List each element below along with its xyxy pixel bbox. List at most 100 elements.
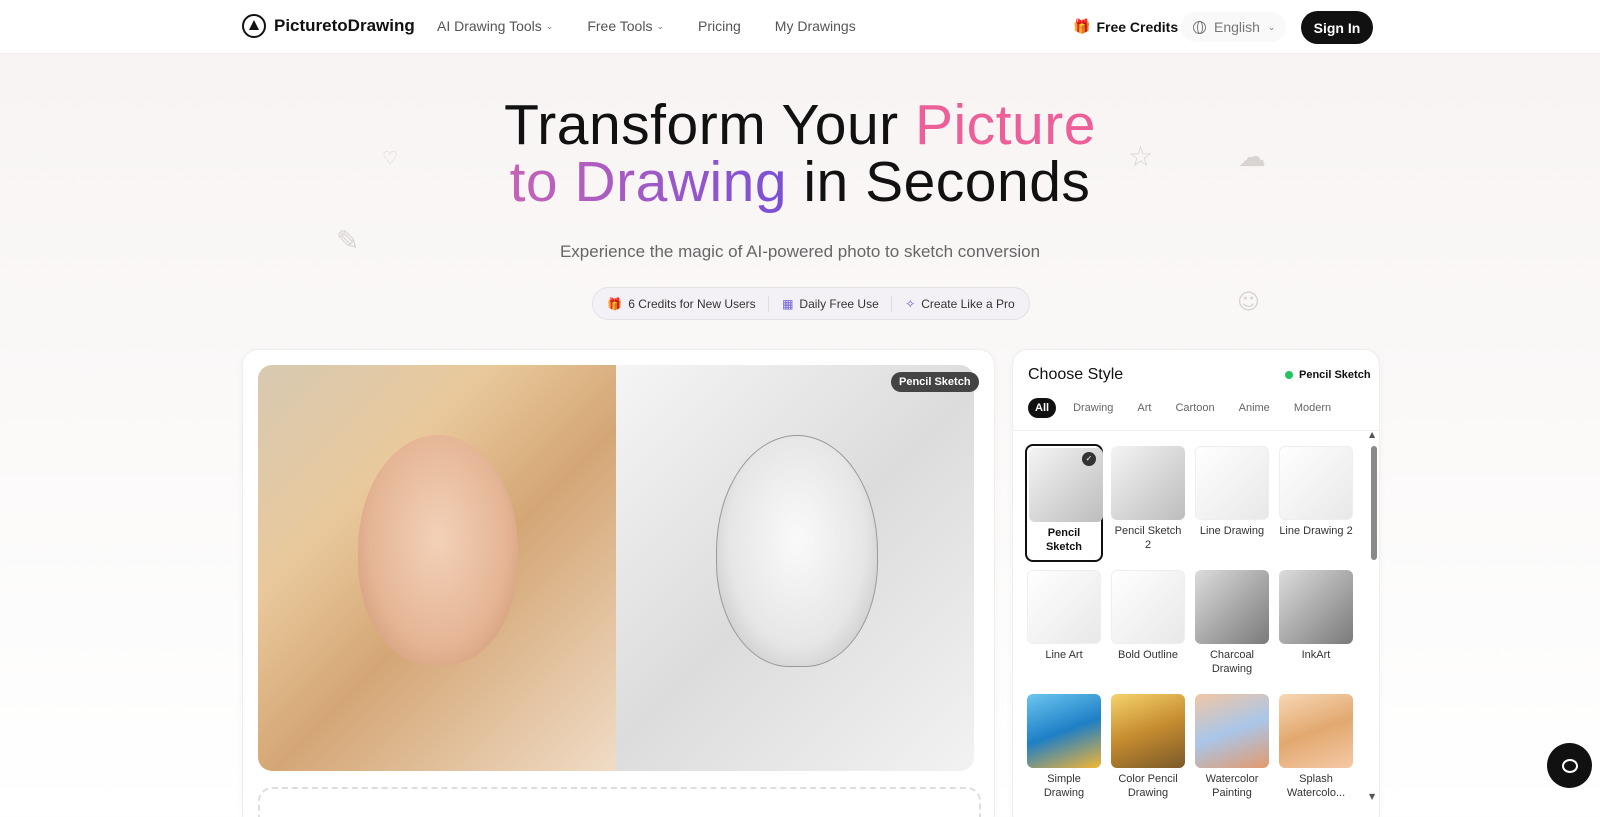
style-picker-panel: Choose Style Pencil Sketch All Drawing A… (1012, 349, 1380, 817)
style-thumbnail (1111, 446, 1185, 520)
style-card-bold-outline[interactable]: Bold Outline (1109, 568, 1187, 686)
filter-tab-all[interactable]: All (1028, 398, 1057, 418)
hero-subtitle: Experience the magic of AI-powered photo… (559, 242, 1041, 261)
style-card-line-drawing-2[interactable]: Line Drawing 2 (1277, 444, 1355, 562)
pill-label: Daily Free Use (799, 296, 879, 311)
feature-pills: 🎁 6 Credits for New Users ▦ Daily Free U… (592, 287, 1030, 320)
free-credits-label: Free Credits (1096, 18, 1179, 35)
nav-pricing[interactable]: Pricing (698, 18, 741, 34)
scrollbar[interactable] (1369, 436, 1377, 796)
style-card-label: Color Pencil Drawing (1118, 773, 1178, 799)
style-card-inkart[interactable]: InkArt (1277, 568, 1355, 686)
pill-divider (768, 295, 770, 312)
nav-label: AI Drawing Tools (437, 18, 542, 34)
style-card-label: Line Drawing (1199, 525, 1265, 537)
style-thumbnail (1195, 570, 1269, 644)
nav-label: My Drawings (774, 18, 856, 34)
style-card-label: Splash Watercolo... (1286, 773, 1346, 799)
status-dot-icon (1285, 371, 1293, 379)
style-grid: ✓ Pencil Sketch Pencil Sketch 2 Line Dra… (1025, 444, 1361, 810)
style-panel-title: Choose Style (1028, 366, 1124, 383)
style-card-label: Simple Drawing (1043, 773, 1085, 799)
filter-tab-drawing[interactable]: Drawing (1066, 398, 1120, 418)
filter-tab-anime[interactable]: Anime (1232, 398, 1277, 418)
chat-bubble-icon (1561, 758, 1578, 773)
language-selector[interactable]: English ⌄ (1181, 12, 1286, 42)
language-value: English (1214, 19, 1260, 35)
style-thumbnail (1027, 694, 1101, 768)
hero-title-part1: Transform Your (504, 93, 915, 157)
style-card-pencil-sketch-2[interactable]: Pencil Sketch 2 (1109, 444, 1187, 562)
filter-tab-modern[interactable]: Modern (1287, 398, 1338, 418)
chevron-down-icon: ⌄ (545, 20, 554, 31)
style-card-line-drawing[interactable]: Line Drawing (1193, 444, 1271, 562)
hero-title-highlight1: Picture (915, 93, 1096, 157)
gift-icon: 🎁 (607, 296, 623, 311)
pill-credits: 🎁 6 Credits for New Users (607, 297, 755, 311)
hero-title-highlight2: to Drawing (509, 150, 788, 214)
globe-icon (1193, 20, 1206, 34)
original-photo (258, 365, 616, 771)
pill-divider (891, 295, 893, 312)
pill-create-pro: ✧ Create Like a Pro (905, 297, 1014, 311)
style-thumbnail (1111, 694, 1185, 768)
pill-daily-free: ▦ Daily Free Use (782, 297, 879, 311)
nav-my-drawings[interactable]: My Drawings (775, 18, 856, 34)
style-card-label: Pencil Sketch (1045, 527, 1083, 553)
style-thumbnail (1027, 570, 1101, 644)
before-after-panel: Pencil Sketch (242, 349, 995, 817)
sketch-result-image (616, 365, 974, 771)
calendar-icon: ▦ (782, 296, 794, 311)
style-card-label: Bold Outline (1118, 649, 1178, 661)
scrollbar-thumb[interactable] (1371, 446, 1377, 560)
style-card-label: Charcoal Drawing (1209, 649, 1255, 675)
style-card-pencil-sketch[interactable]: ✓ Pencil Sketch (1025, 444, 1103, 562)
style-thumbnail (1195, 446, 1269, 520)
style-card-label: Line Drawing 2 (1279, 525, 1353, 537)
chevron-down-icon: ⌄ (656, 20, 664, 31)
brand-logo[interactable]: PicturetoDrawing (242, 14, 415, 38)
nav-label: Pricing (698, 18, 741, 34)
nav-free-tools[interactable]: Free Tools ⌄ (587, 18, 664, 34)
hero-title: Transform Your Picture to Drawing in Sec… (0, 97, 1600, 211)
style-thumbnail (1279, 446, 1353, 520)
style-thumbnail (1111, 570, 1185, 644)
logo-text: PicturetoDrawing (274, 16, 415, 35)
sign-in-button[interactable]: Sign In (1301, 11, 1373, 44)
scroll-down-arrow-icon[interactable]: ▼ (1369, 792, 1375, 801)
style-card-line-art[interactable]: Line Art (1025, 568, 1103, 686)
hero-title-part2: in Seconds (787, 150, 1091, 214)
style-card-color-pencil-drawing[interactable]: Color Pencil Drawing (1109, 692, 1187, 810)
sparkle-icon: ✧ (905, 296, 916, 311)
style-card-label: Watercolor Painting (1205, 773, 1259, 799)
top-navbar: PicturetoDrawing AI Drawing Tools ⌄ Free… (0, 0, 1600, 54)
style-card-splash-watercolor[interactable]: Splash Watercolo... (1277, 692, 1355, 810)
style-thumbnail (1279, 694, 1353, 768)
divider (1013, 430, 1379, 431)
chevron-down-icon: ⌄ (1267, 21, 1276, 32)
style-card-label: Pencil Sketch 2 (1114, 525, 1182, 551)
main-nav: AI Drawing Tools ⌄ Free Tools ⌄ Pricing … (437, 18, 856, 34)
pill-label: 6 Credits for New Users (628, 296, 756, 311)
style-thumbnail (1195, 694, 1269, 768)
style-filter-tabs: All Drawing Art Cartoon Anime Modern (1028, 398, 1338, 418)
current-style-label: Pencil Sketch (1299, 369, 1371, 381)
style-thumbnail (1279, 570, 1353, 644)
style-card-charcoal-drawing[interactable]: Charcoal Drawing (1193, 568, 1271, 686)
chat-support-button[interactable] (1547, 743, 1592, 788)
current-style-indicator: Pencil Sketch (1285, 369, 1371, 381)
result-style-badge: Pencil Sketch (891, 372, 979, 392)
check-icon: ✓ (1082, 452, 1096, 466)
filter-tab-art[interactable]: Art (1130, 398, 1158, 418)
free-credits-link[interactable]: 🎁 Free Credits (1073, 18, 1178, 35)
logo-icon (242, 14, 266, 38)
balloon-doodle-icon: ☺ (1237, 290, 1260, 315)
nav-label: Free Tools (587, 18, 653, 34)
filter-tab-cartoon[interactable]: Cartoon (1168, 398, 1221, 418)
pill-label: Create Like a Pro (921, 296, 1015, 311)
style-card-watercolor-painting[interactable]: Watercolor Painting (1193, 692, 1271, 810)
nav-ai-drawing-tools[interactable]: AI Drawing Tools ⌄ (437, 18, 553, 34)
upload-dropzone[interactable] (258, 787, 981, 817)
style-card-simple-drawing[interactable]: Simple Drawing (1025, 692, 1103, 810)
style-card-label: Line Art (1045, 649, 1083, 661)
